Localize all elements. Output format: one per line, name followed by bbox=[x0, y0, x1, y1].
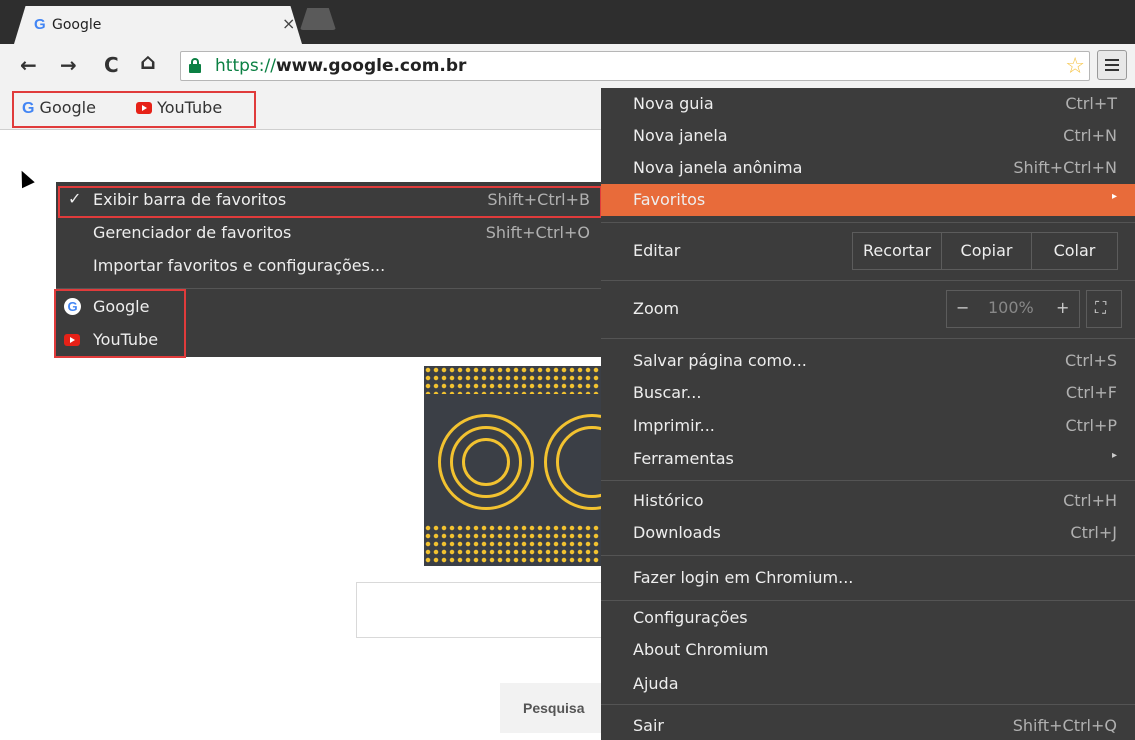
lock-icon bbox=[189, 58, 201, 74]
youtube-icon bbox=[136, 102, 152, 114]
google-doodle[interactable] bbox=[424, 366, 640, 566]
close-tab-icon[interactable]: × bbox=[282, 14, 295, 33]
copy-button[interactable]: Copiar bbox=[941, 233, 1031, 269]
bookmark-label: Google bbox=[93, 297, 150, 316]
menu-item-label: Importar favoritos e configurações... bbox=[93, 256, 386, 275]
back-icon[interactable]: ← bbox=[20, 53, 37, 77]
youtube-icon bbox=[64, 334, 80, 346]
menu-item-settings[interactable]: Configurações bbox=[601, 602, 1135, 634]
tab-google[interactable]: G Google × bbox=[14, 6, 302, 44]
divider bbox=[601, 338, 1135, 339]
tab-title: Google bbox=[52, 17, 102, 33]
bookmarks-submenu: ✓ Exibir barra de favoritos Shift+Ctrl+B… bbox=[54, 182, 604, 358]
menu-item-incognito[interactable]: Nova janela anônima Shift+Ctrl+N bbox=[601, 152, 1135, 184]
menu-item-label: Gerenciador de favoritos bbox=[93, 223, 292, 242]
menu-item-downloads[interactable]: Downloads Ctrl+J bbox=[601, 517, 1135, 549]
google-favicon-icon: G bbox=[34, 16, 46, 33]
divider bbox=[601, 704, 1135, 705]
google-icon: G bbox=[64, 298, 81, 315]
annotation-highlight bbox=[58, 186, 602, 218]
menu-item-zoom: Zoom − 100% + ⛶ bbox=[601, 286, 1135, 332]
zoom-out-button[interactable]: − bbox=[956, 298, 969, 317]
menu-item-tools[interactable]: Ferramentas ▸ bbox=[601, 443, 1135, 475]
new-tab-button[interactable] bbox=[300, 8, 336, 30]
menu-item-history[interactable]: Histórico Ctrl+H bbox=[601, 485, 1135, 517]
bookmark-label: Google bbox=[39, 98, 96, 117]
menu-item-help[interactable]: Ajuda bbox=[601, 668, 1135, 700]
divider bbox=[601, 280, 1135, 281]
chevron-right-icon: ▸ bbox=[1111, 191, 1117, 202]
menu-item-find[interactable]: Buscar... Ctrl+F bbox=[601, 377, 1135, 409]
tab-strip: G Google × bbox=[0, 0, 1135, 44]
menu-item-bookmark-manager[interactable]: Gerenciador de favoritos Shift+Ctrl+O bbox=[56, 217, 604, 249]
url-text: https://www.google.com.br bbox=[215, 56, 467, 76]
fullscreen-icon[interactable]: ⛶ bbox=[1095, 298, 1106, 318]
menu-item-sign-in[interactable]: Fazer login em Chromium... bbox=[601, 562, 1135, 594]
bookmark-star-icon[interactable]: ☆ bbox=[1065, 54, 1085, 79]
chrome-main-menu: Nova guia Ctrl+T Nova janela Ctrl+N Nova… bbox=[601, 88, 1135, 740]
google-icon: G bbox=[22, 100, 35, 117]
menu-item-new-window[interactable]: Nova janela Ctrl+N bbox=[601, 120, 1135, 152]
menu-item-save-page[interactable]: Salvar página como... Ctrl+S bbox=[601, 345, 1135, 377]
browser-window: G Google × ← → C ⌂ https://www.google.co… bbox=[0, 0, 1135, 740]
chrome-menu-button[interactable] bbox=[1097, 50, 1127, 80]
reload-icon[interactable]: C bbox=[104, 53, 119, 77]
address-bar[interactable]: https://www.google.com.br ☆ bbox=[180, 51, 1090, 81]
cut-button[interactable]: Recortar bbox=[853, 233, 941, 269]
search-button[interactable]: Pesquisa bbox=[500, 683, 610, 733]
bookmark-label: YouTube bbox=[157, 98, 223, 117]
paste-button[interactable]: Colar bbox=[1031, 233, 1117, 269]
chevron-right-icon: ▸ bbox=[1111, 450, 1117, 461]
zoom-level: 100% bbox=[988, 298, 1034, 317]
divider bbox=[601, 555, 1135, 556]
divider bbox=[601, 480, 1135, 481]
menu-item-import-bookmarks[interactable]: Importar favoritos e configurações... bbox=[56, 250, 604, 282]
menu-item-bookmarks[interactable]: Favoritos ▸ bbox=[601, 184, 1135, 216]
home-icon[interactable]: ⌂ bbox=[140, 50, 156, 75]
menu-item-new-tab[interactable]: Nova guia Ctrl+T bbox=[601, 88, 1135, 120]
edit-button-group: Recortar Copiar Colar bbox=[852, 232, 1118, 270]
search-input[interactable] bbox=[356, 582, 616, 638]
toolbar: ← → C ⌂ https://www.google.com.br ☆ bbox=[0, 44, 1135, 88]
forward-icon[interactable]: → bbox=[60, 53, 77, 77]
menu-item-edit: Editar Recortar Copiar Colar bbox=[601, 228, 1135, 274]
divider bbox=[601, 600, 1135, 601]
menu-item-about[interactable]: About Chromium bbox=[601, 634, 1135, 666]
divider bbox=[601, 222, 1135, 223]
zoom-controls: − 100% + ⛶ bbox=[946, 290, 1122, 328]
menu-item-shortcut: Shift+Ctrl+O bbox=[485, 223, 590, 242]
bookmark-google[interactable]: G Google bbox=[22, 98, 96, 118]
zoom-in-button[interactable]: + bbox=[1056, 298, 1069, 317]
mouse-cursor-icon bbox=[15, 167, 35, 189]
menu-item-print[interactable]: Imprimir... Ctrl+P bbox=[601, 410, 1135, 442]
bookmark-label: YouTube bbox=[93, 330, 159, 349]
menu-item-exit[interactable]: Sair Shift+Ctrl+Q bbox=[601, 710, 1135, 740]
bookmark-youtube[interactable]: YouTube bbox=[136, 98, 222, 117]
